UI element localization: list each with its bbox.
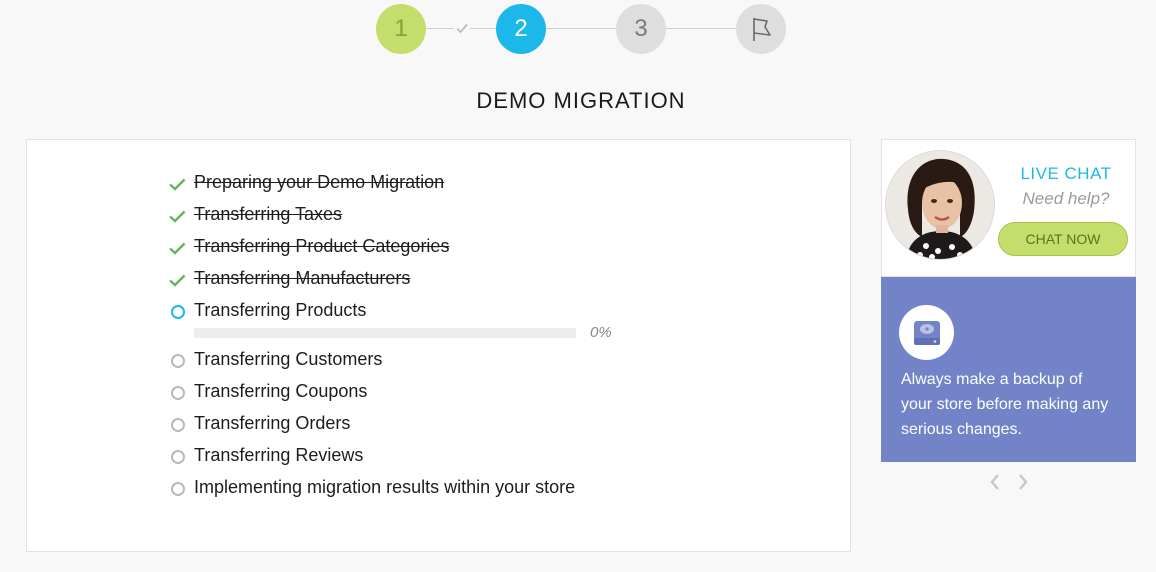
step-1: 1 bbox=[376, 4, 426, 54]
progress-bar: 0% bbox=[194, 324, 612, 341]
task-item: Transferring Product Categories bbox=[168, 234, 628, 266]
chat-now-button[interactable]: CHAT NOW bbox=[998, 222, 1128, 256]
chevron-left-icon[interactable] bbox=[987, 472, 1003, 492]
pending-circle-icon bbox=[171, 418, 185, 432]
task-label: Transferring Reviews bbox=[194, 445, 364, 465]
task-label: Transferring Taxes bbox=[194, 204, 343, 224]
hard-drive-icon bbox=[913, 320, 940, 345]
task-label: Transferring Product Categories bbox=[194, 236, 450, 256]
support-agent-photo bbox=[886, 151, 994, 259]
task-item-active: Transferring Products 0% bbox=[168, 298, 628, 347]
pending-circle-icon bbox=[171, 354, 185, 368]
task-label: Transferring Products bbox=[194, 300, 367, 320]
step-finish bbox=[736, 4, 786, 54]
task-item: Preparing your Demo Migration bbox=[168, 170, 628, 202]
check-icon bbox=[454, 23, 470, 34]
task-label: Transferring Coupons bbox=[194, 381, 368, 401]
flag-icon bbox=[753, 18, 771, 41]
task-label: Transferring Customers bbox=[194, 349, 383, 369]
task-label: Transferring Orders bbox=[194, 413, 351, 433]
progress-track bbox=[194, 328, 576, 338]
task-item: Transferring Reviews bbox=[168, 443, 628, 475]
live-chat-title: LIVE CHAT bbox=[1020, 164, 1112, 183]
task-item: Transferring Orders bbox=[168, 411, 628, 443]
check-icon bbox=[169, 242, 186, 255]
task-label: Transferring Manufacturers bbox=[194, 268, 411, 288]
check-icon bbox=[169, 274, 186, 287]
task-item: Transferring Taxes bbox=[168, 202, 628, 234]
check-icon bbox=[169, 178, 186, 191]
pending-circle-icon bbox=[171, 450, 185, 464]
pending-circle-icon bbox=[171, 482, 185, 496]
tip-text: Always make a backup of your store befor… bbox=[901, 371, 1109, 438]
pending-circle-icon bbox=[171, 386, 185, 400]
chevron-right-icon[interactable] bbox=[1015, 472, 1031, 492]
progress-percent: 0% bbox=[590, 324, 612, 341]
tip-icon-badge bbox=[899, 305, 954, 360]
backup-tip-card: Always make a backup of your store befor… bbox=[881, 277, 1136, 462]
step-number: 1 bbox=[394, 15, 408, 42]
step-number: 2 bbox=[514, 15, 528, 42]
step-2: 2 bbox=[496, 4, 546, 54]
task-item: Implementing migration results within yo… bbox=[168, 475, 628, 507]
page-title: DEMO MIGRATION bbox=[476, 88, 686, 113]
stepper-connector bbox=[546, 28, 616, 29]
task-label: Implementing migration results within yo… bbox=[194, 477, 576, 497]
stepper-connector bbox=[666, 28, 736, 29]
task-label: Preparing your Demo Migration bbox=[194, 172, 445, 192]
migration-progress-panel: Preparing your Demo Migration Transferri… bbox=[26, 139, 851, 552]
step-number: 3 bbox=[634, 15, 648, 42]
check-icon bbox=[169, 210, 186, 223]
live-chat-widget: LIVE CHAT Need help? CHAT NOW bbox=[881, 139, 1136, 277]
task-item: Transferring Customers bbox=[168, 347, 628, 379]
live-chat-subtitle: Need help? bbox=[1022, 189, 1110, 208]
support-agent-avatar bbox=[885, 150, 995, 260]
task-item: Transferring Manufacturers bbox=[168, 266, 628, 298]
step-3: 3 bbox=[616, 4, 666, 54]
task-list: Preparing your Demo Migration Transferri… bbox=[168, 170, 628, 507]
in-progress-circle-icon bbox=[171, 305, 185, 319]
task-item: Transferring Coupons bbox=[168, 379, 628, 411]
migration-stepper: 1 2 3 bbox=[376, 4, 786, 54]
